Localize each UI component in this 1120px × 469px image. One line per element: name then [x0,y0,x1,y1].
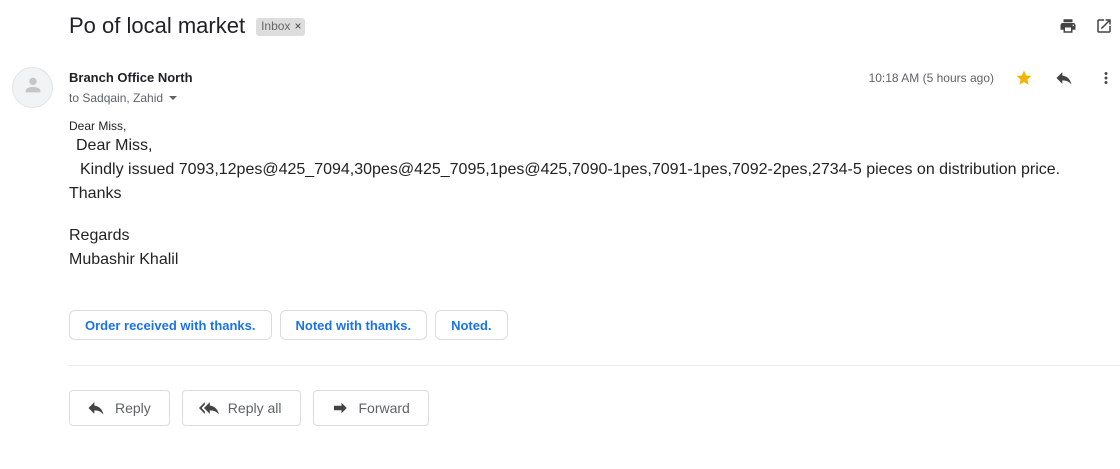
email-subject: Po of local market [69,13,246,38]
more-options-icon[interactable] [1096,68,1116,88]
person-icon [22,74,44,101]
forward-button[interactable]: Forward [312,390,429,426]
top-toolbar [1042,16,1114,36]
message-timestamp: 10:18 AM (5 hours ago) [868,71,994,85]
smart-reply-chip[interactable]: Noted with thanks. [279,310,428,340]
body-request: Kindly issued 7093,12pes@425_7094,30pes@… [80,161,1061,178]
inbox-label[interactable]: Inbox × [256,18,306,36]
reply-actions: Reply Reply all Forward [69,390,441,426]
show-details-caret-icon[interactable] [169,96,178,100]
reply-all-button[interactable]: Reply all [181,390,301,426]
message-meta: 10:18 AM (5 hours ago) [869,67,1120,89]
forward-icon [330,398,350,418]
email-view: Po of local market Inbox × Branch Office… [0,0,1120,469]
body-greeting-small: Dear Miss, [69,119,127,133]
reply-button-label: Reply [115,400,151,416]
inbox-label-text: Inbox [261,19,291,33]
reply-all-button-label: Reply all [227,400,282,416]
forward-button-label: Forward [358,400,410,416]
recipients-text: to Sadqain, Zahid [69,91,164,105]
sender-name[interactable]: Branch Office North [69,70,193,85]
body-signature: Mubashir Khalil [69,251,179,268]
reply-icon[interactable] [1054,68,1074,88]
open-in-new-window-icon[interactable] [1094,16,1114,36]
remove-label-icon[interactable]: × [294,19,301,34]
smart-reply-chip[interactable]: Order received with thanks. [69,310,272,340]
smart-reply-chip[interactable]: Noted. [435,310,508,340]
smart-replies: Order received with thanks. Noted with t… [69,310,516,340]
reply-button[interactable]: Reply [69,390,170,426]
body-greeting: Dear Miss, [76,137,153,154]
divider [69,365,1120,366]
reply-all-icon [198,398,219,418]
reply-icon [86,398,106,418]
body-regards: Regards [69,227,130,244]
subject-row: Po of local market Inbox × [69,12,306,40]
message-body: Dear Miss, Dear Miss, Kindly issued 7093… [69,118,1109,272]
recipients-row: to Sadqain, Zahid [69,91,178,105]
sender-avatar[interactable] [12,67,53,108]
print-icon[interactable] [1058,16,1078,36]
star-icon[interactable] [1014,68,1034,88]
body-thanks: Thanks [69,185,122,202]
